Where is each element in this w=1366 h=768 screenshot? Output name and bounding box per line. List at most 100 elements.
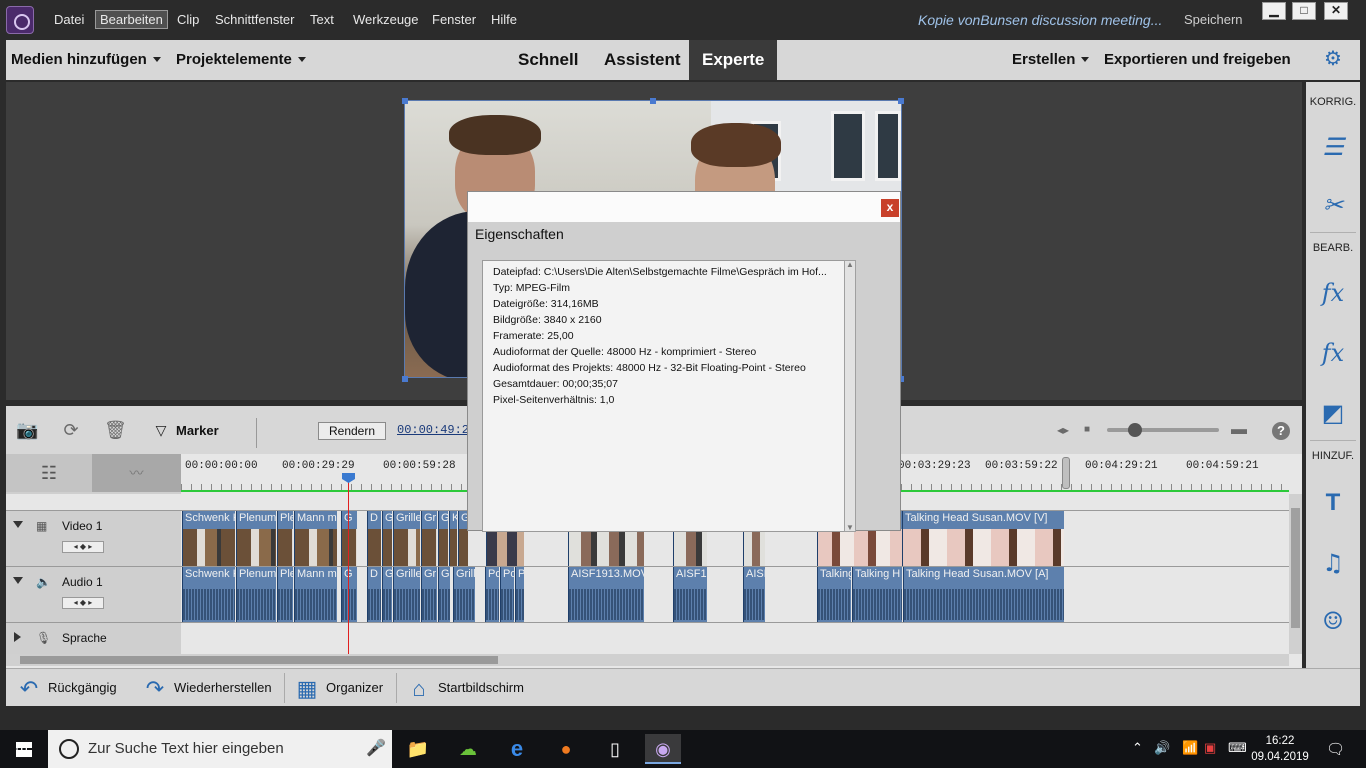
scrollbar-thumb[interactable] [1291, 508, 1300, 628]
vertical-scrollbar[interactable] [1289, 494, 1302, 654]
video-clip[interactable] [673, 531, 707, 566]
windows-start-icon[interactable]: ⊞ [0, 730, 48, 768]
organizer-button[interactable]: ▦ Organizer [294, 669, 383, 707]
tab-quick[interactable]: Schnell [505, 40, 591, 80]
video-clip[interactable]: G [438, 511, 448, 566]
expand-icon[interactable] [14, 632, 21, 642]
audio-clip[interactable]: Talking Head Susan.MOV [A] [903, 567, 1064, 622]
video-clip[interactable]: K [449, 511, 457, 566]
add-media-menu[interactable]: Medien hinzufügen [11, 51, 161, 68]
undo-button[interactable]: ↶ Rückgängig [16, 669, 117, 707]
save-button[interactable]: Speichern [1184, 12, 1243, 27]
video-clip[interactable]: Grille [393, 511, 420, 566]
keyboard-icon[interactable]: ⌨ [1228, 740, 1247, 756]
video-clip[interactable]: Schwenk K [182, 511, 235, 566]
audio-clip[interactable]: Schwenk K [182, 567, 235, 622]
project-assets-menu[interactable]: Projektelemente [176, 51, 306, 68]
graphics-icon[interactable]: ☺ [1318, 606, 1348, 636]
video-clip[interactable] [568, 531, 644, 566]
dialog-titlebar[interactable] [468, 192, 900, 222]
audio-clip[interactable]: AISF1 [673, 567, 707, 622]
microphone-icon[interactable]: 🎤 [366, 730, 386, 768]
firefox-icon[interactable]: ● [548, 734, 584, 764]
video-clip[interactable]: Ple [277, 511, 293, 566]
resize-handle[interactable] [650, 98, 656, 104]
menu-schnittfenster[interactable]: Schnittfenster [215, 12, 295, 27]
wifi-icon[interactable]: 📶 [1182, 740, 1198, 756]
camera-icon[interactable]: 📷 [16, 420, 38, 440]
chevron-up-icon[interactable]: ⌃ [1132, 740, 1143, 756]
redo-button[interactable]: ↷ Wiederherstellen [142, 669, 272, 707]
audio-clip[interactable]: Grill [453, 567, 475, 622]
rotate-icon[interactable]: ⟳ [60, 420, 82, 440]
document-icon[interactable]: ▯ [597, 734, 633, 764]
system-clock[interactable]: 16:22 09.04.2019 [1250, 733, 1310, 765]
tab-guided[interactable]: Assistent [591, 40, 694, 80]
resize-handle[interactable] [898, 98, 904, 104]
audio-clip[interactable]: D [367, 567, 381, 622]
home-screen-button[interactable]: ⌂ Startbildschirm [406, 669, 524, 707]
audio-clip[interactable]: P [515, 567, 524, 622]
zoom-slider[interactable] [1107, 428, 1219, 432]
resize-handle[interactable] [402, 98, 408, 104]
network-app-icon[interactable]: ☁ [450, 734, 486, 764]
work-area-end-handle[interactable] [1062, 457, 1070, 489]
keyframe-controls[interactable]: ◂ ◆ ▸ [62, 597, 104, 609]
audio-mixer-icon[interactable]: 〰 [92, 454, 181, 492]
video-clip[interactable]: Plenum [236, 511, 276, 566]
audio-clip[interactable]: Po [500, 567, 514, 622]
horizontal-scrollbar[interactable] [6, 654, 1289, 666]
menu-fenster[interactable]: Fenster [432, 12, 476, 27]
audio-clip[interactable]: Grille [393, 567, 420, 622]
keyframe-controls[interactable]: ◂ ◆ ▸ [62, 541, 104, 553]
gear-icon[interactable]: ⚙ [1322, 48, 1344, 70]
close-window-button[interactable]: ✕ [1324, 2, 1348, 20]
edge-icon[interactable]: e [499, 734, 535, 764]
menu-clip[interactable]: Clip [177, 12, 199, 27]
transitions-icon[interactable]: ◩ [1318, 398, 1348, 428]
menu-hilfe[interactable]: Hilfe [491, 12, 517, 27]
audio-clip[interactable]: AISF [743, 567, 765, 622]
menu-datei[interactable]: Datei [54, 12, 84, 27]
notification-icon[interactable]: 🗨 [1326, 740, 1345, 758]
video-clip[interactable]: G [382, 511, 392, 566]
audio-clip[interactable]: Po [485, 567, 499, 622]
audio-clip[interactable]: Talking [817, 567, 851, 622]
export-share-button[interactable]: Exportieren und freigeben [1104, 51, 1291, 68]
collapse-icon[interactable] [13, 577, 23, 584]
file-explorer-icon[interactable]: 📁 [400, 734, 436, 764]
help-icon[interactable]: ? [1272, 422, 1290, 440]
fit-timeline-icon[interactable]: ◂▸ [1052, 420, 1074, 440]
volume-icon[interactable]: 🔊 [1154, 740, 1170, 756]
video-clip[interactable]: Talking Head Susan.MOV [V] [902, 511, 1064, 566]
zoom-slider-thumb[interactable] [1128, 423, 1142, 437]
dialog-close-button[interactable]: x [881, 199, 899, 217]
tab-expert[interactable]: Experte [689, 40, 778, 80]
audio-clip[interactable]: Gr [421, 567, 437, 622]
maximize-button[interactable]: □ [1292, 2, 1316, 20]
applied-effects-icon[interactable]: fx [1318, 278, 1348, 308]
audio-clip[interactable]: G [341, 567, 357, 622]
effects-icon[interactable]: fx [1318, 338, 1348, 368]
video-clip[interactable]: Gr [421, 511, 437, 566]
audio-clip[interactable]: Ple [277, 567, 293, 622]
tools-icon[interactable]: ✂ [1318, 190, 1348, 220]
taskbar-search-input[interactable]: Zur Suche Text hier eingeben 🎤 [48, 730, 392, 768]
scrollbar-thumb[interactable] [20, 656, 498, 664]
zoom-in-icon[interactable]: ▬ [1228, 420, 1250, 440]
track-options-icon[interactable]: ☷ [6, 454, 92, 492]
zoom-out-icon[interactable]: ■ [1076, 420, 1098, 440]
security-icon[interactable]: ▣ [1204, 740, 1216, 756]
audio-clip[interactable]: Gr [438, 567, 450, 622]
trash-icon[interactable]: 🗑 [104, 420, 127, 440]
audio-clip[interactable]: G [382, 567, 392, 622]
minimize-button[interactable]: ▁ [1262, 2, 1286, 20]
music-icon[interactable]: ♫ [1318, 548, 1348, 578]
video-clip[interactable]: G [341, 511, 357, 566]
audio-clip[interactable]: AISF1913.MOV [568, 567, 644, 622]
audio-clip[interactable]: Plenum [236, 567, 276, 622]
timecode-display[interactable]: 00:00:49:24 [397, 423, 476, 437]
marker-icon[interactable]: ▽ [150, 420, 172, 440]
resize-handle[interactable] [402, 376, 408, 382]
properties-text-area[interactable]: Dateipfad: C:\Users\Die Alten\Selbstgema… [482, 260, 856, 532]
